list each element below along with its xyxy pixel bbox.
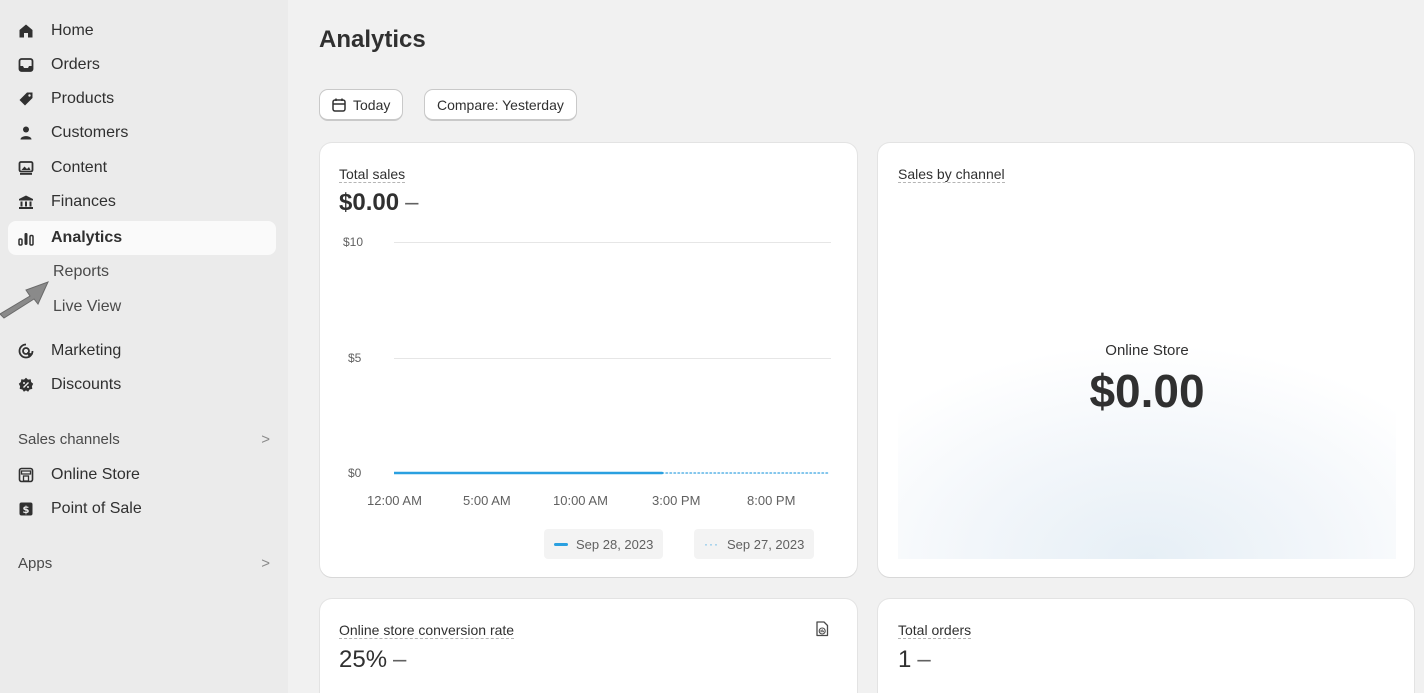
total-orders-amount: 1 [898,646,912,673]
sidebar-item-content[interactable]: Content [8,151,276,185]
page-title: Analytics [319,26,426,53]
compare-label: Compare: Yesterday [437,96,564,113]
y-tick-label: $0 [348,466,362,480]
inbox-icon [18,57,34,73]
y-tick-label: $5 [348,351,362,365]
x-tick-label: 10:00 AM [553,493,608,508]
bar-chart-icon [18,230,34,246]
annotation-arrow-icon [0,281,49,319]
image-icon [18,160,34,176]
date-range-label: Today [353,96,391,113]
bank-icon [18,194,34,210]
sidebar: Home Orders Products Customers Content F… [0,0,288,693]
x-tick-label: 5:00 AM [463,493,511,508]
tag-icon [18,91,34,107]
apps-heading[interactable]: Apps > [18,555,270,572]
total-orders-change: – [917,646,931,673]
y-tick-label: $10 [343,235,364,249]
conversion-rate-change: – [393,646,407,673]
channel-value: $0.00 [1089,365,1205,417]
total-sales-amount: $0.00 [339,189,400,216]
legend-label: Sep 27, 2023 [727,536,805,552]
sidebar-item-customers[interactable]: Customers [8,116,276,150]
sidebar-item-label: Orders [51,56,100,73]
legend-label: Sep 28, 2023 [576,536,654,552]
total-sales-change: – [405,189,419,216]
chevron-right-icon: > [261,555,270,572]
sidebar-item-analytics[interactable]: Analytics [8,221,276,255]
sidebar-item-label: Home [51,22,94,39]
sidebar-item-products[interactable]: Products [8,82,276,116]
sidebar-item-online-store[interactable]: Online Store [8,458,276,492]
conversion-rate-amount: 25% [339,646,388,673]
chevron-right-icon: > [261,431,270,448]
x-tick-label: 3:00 PM [652,493,701,508]
calendar-icon [332,98,346,112]
target-icon [18,343,34,359]
sidebar-subitem-reports[interactable]: Reports [53,255,109,289]
total-orders-label[interactable]: Total orders [898,622,972,639]
sales-channels-label: Sales channels [18,431,120,448]
sidebar-item-point-of-sale[interactable]: $ Point of Sale [8,492,276,526]
sidebar-item-label: Customers [51,124,129,141]
sidebar-item-label: Products [51,90,115,107]
sales-by-channel-label[interactable]: Sales by channel [898,166,1005,183]
sidebar-item-discounts[interactable]: Discounts [8,368,276,402]
store-icon [18,467,34,483]
sidebar-item-label: Discounts [51,376,122,393]
conversion-rate-value: 25% – [339,646,406,674]
sidebar-item-label: Finances [51,193,116,210]
person-icon [18,125,34,141]
sales-channels-heading[interactable]: Sales channels > [18,431,270,448]
x-tick-label: 8:00 PM [747,493,796,508]
pos-icon: $ [18,501,34,517]
date-range-button[interactable]: Today [319,89,404,121]
sidebar-item-label: Point of Sale [51,500,142,517]
total-orders-card [878,599,1414,693]
sidebar-item-label: Analytics [51,229,123,246]
report-icon[interactable] [815,621,829,637]
sidebar-item-finances[interactable]: Finances [8,185,276,219]
apps-label: Apps [18,555,53,572]
svg-text:$: $ [23,505,30,516]
compare-button[interactable]: Compare: Yesterday [424,89,577,121]
sidebar-subitem-label: Live View [53,298,122,315]
sidebar-item-orders[interactable]: Orders [8,48,276,82]
legend-current[interactable]: Sep 28, 2023 [544,529,664,559]
sidebar-subitem-label: Reports [53,263,110,280]
sidebar-item-label: Online Store [51,466,140,483]
total-sales-value: $0.00– [339,189,418,217]
total-sales-chart [394,471,831,475]
total-orders-value: 1– [898,646,931,674]
sidebar-item-marketing[interactable]: Marketing [8,334,276,368]
discount-icon [18,377,34,393]
conversion-rate-label[interactable]: Online store conversion rate [339,622,515,639]
sidebar-item-label: Content [51,159,108,176]
x-tick-label: 12:00 AM [367,493,422,508]
legend-dotted-line-icon: ··· [704,537,719,551]
sidebar-item-label: Marketing [51,342,122,359]
channel-name: Online Store [1105,342,1189,359]
sidebar-subitem-live-view[interactable]: Live View [53,290,121,324]
sidebar-item-home[interactable]: Home [8,14,276,48]
legend-previous[interactable]: ··· Sep 27, 2023 [694,529,815,559]
home-icon [18,23,34,39]
legend-solid-line-icon [554,542,568,546]
total-sales-label[interactable]: Total sales [339,166,406,183]
